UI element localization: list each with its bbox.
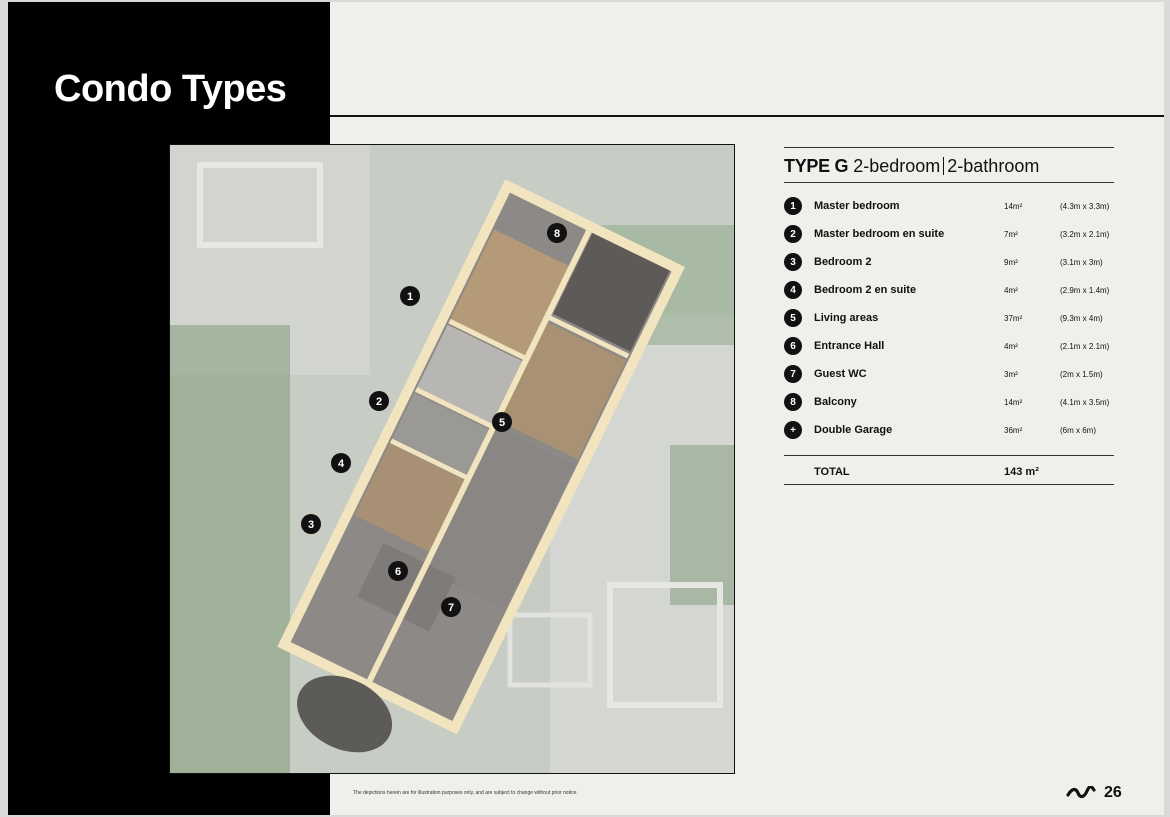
room-number-badge: 7	[784, 365, 802, 383]
room-name: Entrance Hall	[814, 340, 885, 352]
room-name: Double Garage	[814, 424, 893, 436]
room-marker-7: 7	[441, 597, 461, 617]
room-dimensions: (2.9m x 1.4m)	[1060, 285, 1110, 295]
unit-type-name: TYPE G	[784, 156, 849, 176]
page-number: 26	[1104, 784, 1122, 801]
room-area: 37m²	[1004, 313, 1023, 323]
total-row: TOTAL 143 m²	[784, 460, 1114, 484]
room-area: 36m²	[1004, 425, 1023, 435]
room-dimensions: (2.1m x 2.1m)	[1060, 341, 1110, 351]
room-name: Guest WC	[814, 368, 867, 380]
heading-separator	[943, 157, 945, 175]
total-label: TOTAL	[814, 466, 850, 478]
list-item: 8 Balcony 14m² (4.1m x 3.5m)	[784, 388, 1114, 416]
room-dimensions: (9.3m x 4m)	[1060, 313, 1103, 323]
brochure-page: Condo Types 1 2 3 4 5 6 7 8 TYPE G 2-bed…	[8, 2, 1164, 815]
room-dimensions: (3.1m x 3m)	[1060, 257, 1103, 267]
room-dimensions: (4.1m x 3.5m)	[1060, 397, 1110, 407]
room-area: 14m²	[1004, 201, 1023, 211]
room-name: Balcony	[814, 396, 857, 408]
room-dimensions: (3.2m x 2.1m)	[1060, 229, 1110, 239]
room-marker-8: 8	[547, 223, 567, 243]
room-list: 1 Master bedroom 14m² (4.3m x 3.3m) 2 Ma…	[784, 192, 1114, 444]
room-number-badge: 2	[784, 225, 802, 243]
total-top-rule	[784, 455, 1114, 456]
brand-logo-icon	[1066, 786, 1096, 799]
svg-text:5: 5	[499, 417, 505, 429]
room-name: Bedroom 2 en suite	[814, 284, 917, 296]
header-rule	[330, 115, 1164, 117]
room-number-badge: 4	[784, 281, 802, 299]
room-number-badge: +	[784, 421, 802, 439]
svg-text:1: 1	[407, 291, 413, 303]
room-number-badge: 8	[784, 393, 802, 411]
list-item: 3 Bedroom 2 9m² (3.1m x 3m)	[784, 248, 1114, 276]
room-dimensions: (4.3m x 3.3m)	[1060, 201, 1110, 211]
list-item: + Double Garage 36m² (6m x 6m)	[784, 416, 1114, 444]
floor-plan-illustration: 1 2 3 4 5 6 7 8	[170, 145, 734, 773]
room-marker-3: 3	[301, 514, 321, 534]
svg-text:2: 2	[376, 396, 382, 408]
room-area: 3m²	[1004, 369, 1018, 379]
list-item: 2 Master bedroom en suite 7m² (3.2m x 2.…	[784, 220, 1114, 248]
room-name: Master bedroom en suite	[814, 228, 945, 240]
unit-bedrooms: 2-bedroom	[853, 156, 941, 176]
room-marker-4: 4	[331, 453, 351, 473]
room-marker-5: 5	[492, 412, 512, 432]
room-area: 4m²	[1004, 341, 1018, 351]
room-marker-1: 1	[400, 286, 420, 306]
room-number-badge: 6	[784, 337, 802, 355]
room-number-badge: 1	[784, 197, 802, 215]
room-name: Living areas	[814, 312, 879, 324]
list-item: 5 Living areas 37m² (9.3m x 4m)	[784, 304, 1114, 332]
unit-specs: TYPE G 2-bedroom 2-bathroom 1 Master bedr…	[784, 147, 1114, 485]
unit-type-heading: TYPE G 2-bedroom 2-bathroom	[784, 148, 1114, 182]
unit-bathrooms: 2-bathroom	[947, 156, 1040, 176]
list-item: 7 Guest WC 3m² (2m x 1.5m)	[784, 360, 1114, 388]
total-value: 143 m²	[1004, 466, 1039, 478]
room-name: Bedroom 2	[814, 256, 872, 268]
room-marker-2: 2	[369, 391, 389, 411]
svg-text:6: 6	[395, 566, 401, 578]
svg-text:7: 7	[448, 602, 454, 614]
room-area: 14m²	[1004, 397, 1023, 407]
room-area: 7m²	[1004, 229, 1018, 239]
page-title: Condo Types	[54, 68, 287, 110]
room-name: Master bedroom	[814, 200, 900, 212]
total-bottom-rule	[784, 484, 1114, 485]
svg-text:8: 8	[554, 228, 560, 240]
room-area: 4m²	[1004, 285, 1018, 295]
svg-text:4: 4	[338, 458, 345, 470]
room-number-badge: 3	[784, 253, 802, 271]
room-dimensions: (6m x 6m)	[1060, 425, 1096, 435]
specs-heading-rule	[784, 182, 1114, 183]
room-area: 9m²	[1004, 257, 1018, 267]
room-number-badge: 5	[784, 309, 802, 327]
page-footer: 26	[1066, 784, 1122, 802]
floor-plan-image: 1 2 3 4 5 6 7 8	[169, 144, 735, 774]
room-marker-6: 6	[388, 561, 408, 581]
list-item: 1 Master bedroom 14m² (4.3m x 3.3m)	[784, 192, 1114, 220]
list-item: 6 Entrance Hall 4m² (2.1m x 2.1m)	[784, 332, 1114, 360]
list-item: 4 Bedroom 2 en suite 4m² (2.9m x 1.4m)	[784, 276, 1114, 304]
disclaimer-text: The depictions herein are for illustrati…	[353, 790, 578, 796]
room-dimensions: (2m x 1.5m)	[1060, 369, 1103, 379]
svg-text:3: 3	[308, 519, 314, 531]
